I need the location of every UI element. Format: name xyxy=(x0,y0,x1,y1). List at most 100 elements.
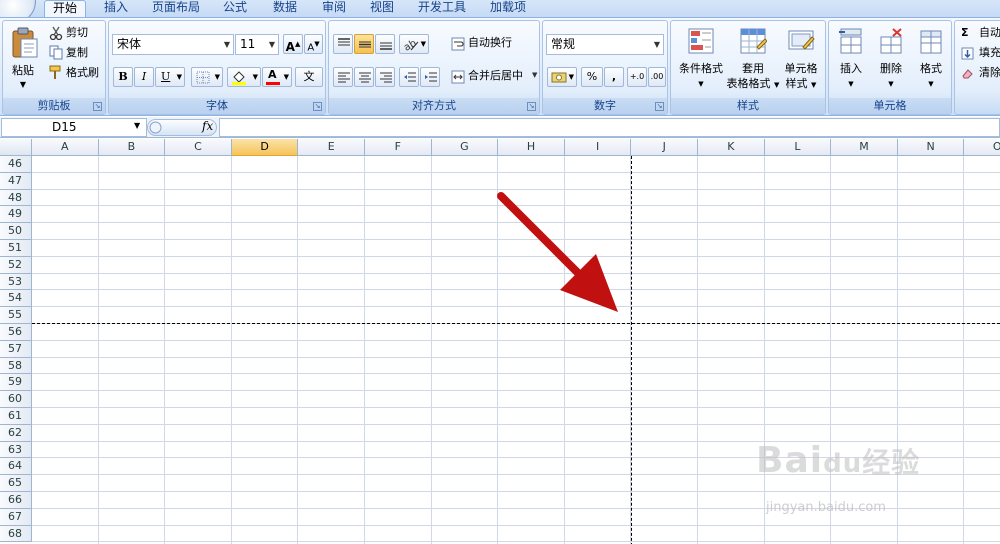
column-header-f[interactable]: F xyxy=(365,139,432,156)
number-dialog-launcher[interactable]: ↘ xyxy=(655,102,664,111)
row-header-65[interactable]: 65 xyxy=(0,475,32,492)
underline-button[interactable]: U ▼ xyxy=(155,67,185,87)
font-size-dropdown-icon[interactable]: ▼ xyxy=(269,35,275,54)
format-as-table-button[interactable]: 套用 表格格式 ▼ xyxy=(727,25,779,97)
number-format-dropdown-icon[interactable]: ▼ xyxy=(654,35,660,54)
formula-input[interactable] xyxy=(219,118,1000,137)
clipboard-dialog-launcher[interactable]: ↘ xyxy=(93,102,102,111)
borders-dropdown-icon[interactable]: ▼ xyxy=(215,68,220,86)
font-color-button[interactable]: A ▼ xyxy=(262,67,292,87)
row-header-49[interactable]: 49 xyxy=(0,206,32,224)
column-header-j[interactable]: J xyxy=(631,139,698,156)
font-dialog-launcher[interactable]: ↘ xyxy=(313,102,322,111)
copy-button[interactable]: 复制 xyxy=(47,44,103,62)
row-header-56[interactable]: 56 xyxy=(0,324,32,341)
column-header-e[interactable]: E xyxy=(298,139,365,156)
merge-center-button[interactable]: 合并后居中 ▼ xyxy=(449,68,539,86)
tab-data[interactable]: 数据 xyxy=(264,0,306,17)
percent-button[interactable]: % xyxy=(581,67,603,87)
column-header-o[interactable]: O xyxy=(964,139,1000,156)
select-all-corner[interactable] xyxy=(0,139,32,156)
comma-style-button[interactable]: , xyxy=(604,67,624,87)
row-header-47[interactable]: 47 xyxy=(0,172,32,190)
row-header-67[interactable]: 67 xyxy=(0,508,32,526)
insert-function-button[interactable]: fx xyxy=(202,119,213,133)
font-name-dropdown-icon[interactable]: ▼ xyxy=(224,35,230,54)
conditional-formatting-button[interactable]: 条件格式 ▼ xyxy=(673,25,729,97)
column-header-l[interactable]: L xyxy=(764,139,832,156)
row-header-57[interactable]: 57 xyxy=(0,340,32,358)
cell-styles-button[interactable]: 单元格 样式 ▼ xyxy=(777,25,825,97)
tab-page-layout[interactable]: 页面布局 xyxy=(146,0,206,17)
wrap-text-button[interactable]: 自动换行 xyxy=(449,35,537,53)
align-bottom-button[interactable] xyxy=(375,34,395,54)
font-name-combo[interactable]: 宋体 ▼ xyxy=(112,34,234,55)
row-header-64[interactable]: 64 xyxy=(0,458,32,476)
clear-button[interactable]: 清除 xyxy=(959,65,1000,83)
delete-cells-dropdown-icon[interactable]: ▼ xyxy=(871,77,911,92)
column-header-g[interactable]: G xyxy=(431,139,499,156)
font-color-dropdown-icon[interactable]: ▼ xyxy=(284,68,289,86)
row-header-50[interactable]: 50 xyxy=(0,223,32,240)
format-cells-button[interactable]: 格式 ▼ xyxy=(911,25,951,97)
autosum-button[interactable]: Σ 自动 xyxy=(959,25,1000,43)
name-box-dropdown-icon[interactable]: ▼ xyxy=(134,121,140,130)
shrink-font-button[interactable]: A▼ xyxy=(304,34,323,54)
paste-button[interactable]: 粘贴 ▼ xyxy=(7,25,43,95)
column-header-c[interactable]: C xyxy=(165,139,232,156)
row-header-55[interactable]: 55 xyxy=(0,307,32,324)
tab-insert[interactable]: 插入 xyxy=(96,0,136,17)
grow-font-button[interactable]: A▲ xyxy=(283,34,303,54)
borders-button[interactable]: ▼ xyxy=(191,67,223,87)
row-header-63[interactable]: 63 xyxy=(0,441,32,459)
fill-color-dropdown-icon[interactable]: ▼ xyxy=(253,68,258,86)
row-header-51[interactable]: 51 xyxy=(0,240,32,257)
align-right-button[interactable] xyxy=(375,67,395,87)
row-header-66[interactable]: 66 xyxy=(0,492,32,509)
row-header-53[interactable]: 53 xyxy=(0,273,32,291)
decrease-indent-button[interactable] xyxy=(399,67,419,87)
format-cells-dropdown-icon[interactable]: ▼ xyxy=(911,77,951,92)
align-top-button[interactable] xyxy=(333,34,353,54)
column-header-b[interactable]: B xyxy=(98,139,166,156)
underline-dropdown-icon[interactable]: ▼ xyxy=(177,68,182,86)
fill-color-button[interactable]: ▼ xyxy=(227,67,261,87)
insert-cells-dropdown-icon[interactable]: ▼ xyxy=(831,77,871,92)
row-header-61[interactable]: 61 xyxy=(0,408,32,425)
tab-add-ins[interactable]: 加载项 xyxy=(482,0,534,17)
align-left-button[interactable] xyxy=(333,67,353,87)
italic-button[interactable]: I xyxy=(134,67,154,87)
increase-indent-button[interactable] xyxy=(420,67,440,87)
conditional-formatting-dropdown-icon[interactable]: ▼ xyxy=(673,77,729,92)
phonetic-button[interactable]: 文 xyxy=(295,67,323,87)
column-header-m[interactable]: M xyxy=(831,139,898,156)
row-header-48[interactable]: 48 xyxy=(0,189,32,207)
increase-decimal-button[interactable]: +.0 xyxy=(627,67,647,87)
row-header-58[interactable]: 58 xyxy=(0,357,32,375)
accounting-dropdown-icon[interactable]: ▼ xyxy=(569,68,574,86)
paste-dropdown-arrow[interactable]: ▼ xyxy=(7,77,39,92)
row-header-68[interactable]: 68 xyxy=(0,525,32,543)
row-header-52[interactable]: 52 xyxy=(0,256,32,274)
column-header-n[interactable]: N xyxy=(897,139,965,156)
merge-dropdown-icon[interactable]: ▼ xyxy=(532,71,537,79)
column-header-h[interactable]: H xyxy=(498,139,565,156)
orientation-button[interactable]: ab ▼ xyxy=(399,34,429,54)
row-header-59[interactable]: 59 xyxy=(0,374,32,392)
bold-button[interactable]: B xyxy=(113,67,133,87)
column-header-k[interactable]: K xyxy=(698,139,765,156)
tab-developer[interactable]: 开发工具 xyxy=(412,0,472,17)
tab-home[interactable]: 开始 xyxy=(44,0,86,17)
accounting-format-button[interactable]: ▼ xyxy=(547,67,577,87)
tab-formulas[interactable]: 公式 xyxy=(216,0,254,17)
name-box[interactable]: D15 xyxy=(1,118,147,137)
fill-button[interactable]: 填充 xyxy=(959,45,1000,63)
cut-button[interactable]: 剪切 xyxy=(47,24,103,42)
column-header-a[interactable]: A xyxy=(32,139,99,156)
tab-view[interactable]: 视图 xyxy=(362,0,402,17)
row-header-54[interactable]: 54 xyxy=(0,290,32,308)
alignment-dialog-launcher[interactable]: ↘ xyxy=(527,102,536,111)
orientation-dropdown-icon[interactable]: ▼ xyxy=(421,35,426,53)
insert-cells-button[interactable]: 插入 ▼ xyxy=(831,25,871,97)
tab-review[interactable]: 审阅 xyxy=(314,0,354,17)
